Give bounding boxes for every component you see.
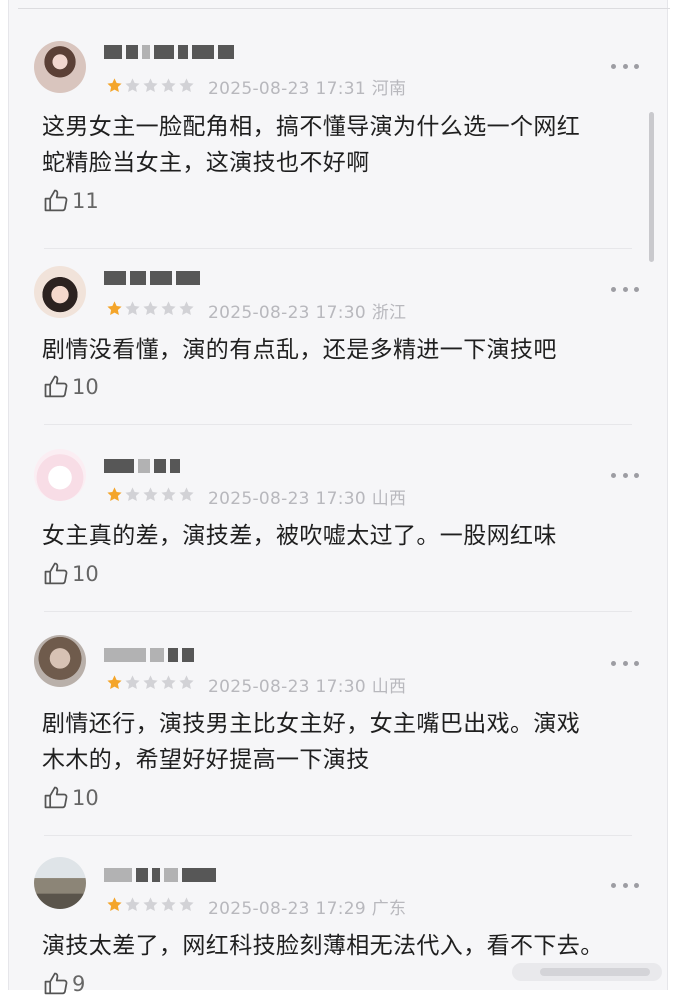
thumbs-up-icon	[44, 972, 68, 995]
more-horizontal-icon[interactable]	[611, 881, 639, 889]
star-icon	[179, 897, 194, 912]
comment-item: 2025-08-23 17:29 广东 演技太差了，网红科技脸刻薄相无法代入，看…	[8, 0, 668, 996]
watermark	[512, 963, 662, 981]
star-icon	[107, 897, 122, 912]
comment-text-line: 演技太差了，网红科技脸刻薄相无法代入，看不下去。	[42, 933, 604, 959]
comment-meta: 2025-08-23 17:29 广东	[208, 899, 407, 919]
comment-text: 演技太差了，网红科技脸刻薄相无法代入，看不下去。	[42, 928, 642, 964]
like-count: 9	[72, 972, 86, 996]
star-icon	[143, 897, 158, 912]
avatar[interactable]	[34, 857, 86, 909]
star-icon	[161, 897, 176, 912]
username-blurred[interactable]	[104, 863, 216, 887]
rating-stars	[106, 896, 195, 913]
like-button[interactable]: 9	[42, 970, 85, 998]
star-icon	[125, 897, 140, 912]
